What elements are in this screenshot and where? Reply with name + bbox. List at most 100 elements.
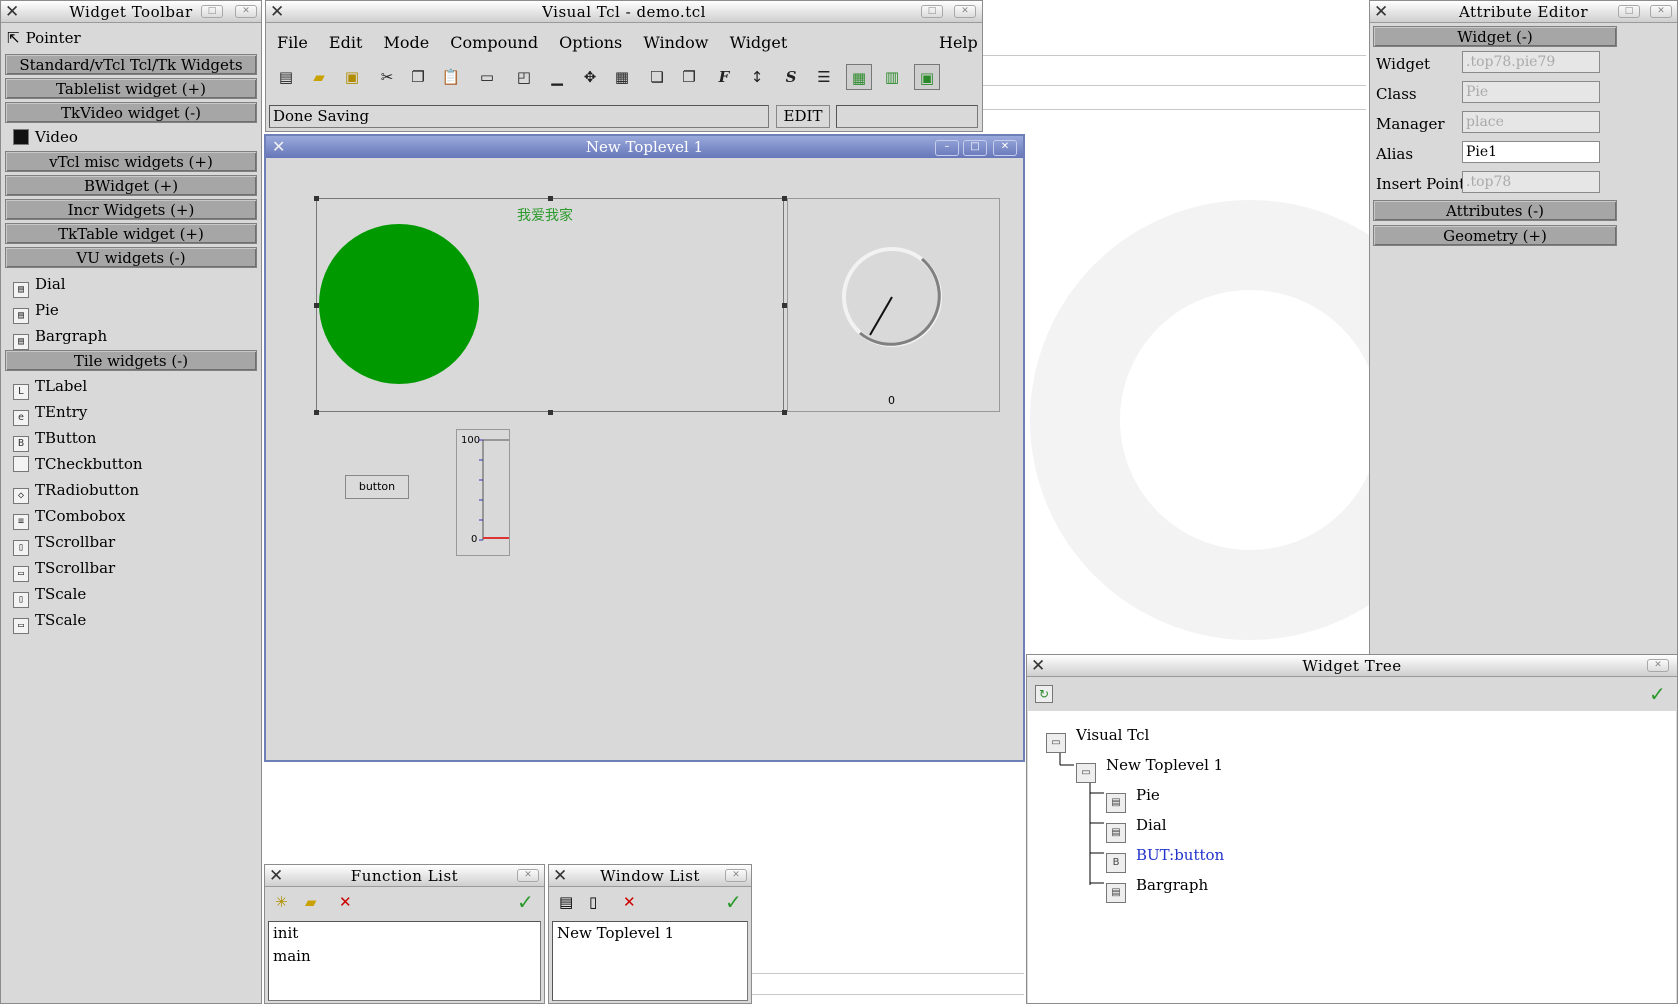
check-icon[interactable]: ✓	[725, 890, 742, 914]
align-icon[interactable]: ◰	[511, 64, 537, 90]
maximize-button[interactable]: □	[1618, 5, 1640, 18]
menu-compound[interactable]: Compound	[450, 33, 538, 52]
open-function-icon[interactable]: ▰	[305, 893, 317, 911]
tool-tbutton[interactable]: B TButton	[13, 426, 96, 452]
tree-node-button[interactable]: B BUT:button	[1106, 845, 1224, 873]
section-incr[interactable]: Incr Widgets (+)	[5, 199, 257, 220]
layout-icon[interactable]: ▥	[879, 64, 905, 90]
close-button[interactable]: ✕	[725, 869, 747, 882]
resize-handle[interactable]	[548, 196, 553, 201]
tool-tscrollbar-v[interactable]: ▯ TScrollbar	[13, 530, 115, 556]
maximize-button[interactable]: □	[921, 5, 943, 18]
cut-icon[interactable]: ✂	[374, 64, 400, 90]
geometry-section-header[interactable]: Geometry (+)	[1373, 225, 1617, 246]
delete-function-icon[interactable]: ✕	[339, 893, 352, 911]
list-item[interactable]: init	[273, 922, 540, 945]
close-button[interactable]: ✕	[1647, 659, 1669, 672]
manager-field[interactable]: place	[1462, 111, 1600, 133]
style-icon[interactable]: S	[778, 64, 804, 90]
pie-widget[interactable]: 我爱我家	[316, 198, 784, 412]
class-field[interactable]: Pie	[1462, 81, 1600, 103]
copy-icon[interactable]: ❐	[405, 64, 431, 90]
justify-icon[interactable]: ☰	[811, 64, 837, 90]
check-icon[interactable]: ✓	[1649, 682, 1666, 706]
section-tktable[interactable]: TkTable widget (+)	[5, 223, 257, 244]
close-button[interactable]: ✕	[235, 5, 257, 18]
new-icon[interactable]: ▤	[273, 64, 299, 90]
tool-tscale-h[interactable]: ▭ TScale	[13, 608, 86, 634]
window-listbox[interactable]: New Toplevel 1	[552, 921, 748, 1001]
close-button[interactable]: ✕	[1650, 5, 1672, 18]
maximize-button[interactable]: □	[963, 140, 987, 156]
tool-tlabel[interactable]: L TLabel	[13, 374, 87, 400]
alias-field[interactable]: Pie1	[1462, 141, 1600, 163]
bargraph-widget[interactable]: 100 0	[456, 429, 510, 556]
close-button[interactable]: ✕	[993, 140, 1017, 156]
list-item[interactable]: main	[273, 945, 540, 968]
tool-video[interactable]: Video	[13, 125, 78, 149]
tree-node-bargraph[interactable]: ▤ Bargraph	[1106, 875, 1208, 903]
widget-field[interactable]: .top78.pie79	[1462, 51, 1600, 73]
resize-handle[interactable]	[314, 196, 319, 201]
show-window-icon[interactable]: ▤	[559, 893, 573, 911]
menu-mode[interactable]: Mode	[383, 33, 429, 52]
section-standard[interactable]: Standard/vTcl Tcl/Tk Widgets (+)	[5, 54, 257, 94]
tool-tscale-v[interactable]: ▯ TScale	[13, 582, 86, 608]
tree-node-dial[interactable]: ▤ Dial	[1106, 815, 1167, 843]
menu-file[interactable]: File	[277, 33, 308, 52]
tool-pointer[interactable]: ⇱ Pointer	[7, 26, 81, 50]
menu-edit[interactable]: Edit	[329, 33, 362, 52]
tool-bargraph[interactable]: ▤ Bargraph	[13, 324, 107, 350]
tree-node-toplevel[interactable]: ▭ New Toplevel 1	[1076, 755, 1223, 783]
section-vu[interactable]: VU widgets (-)	[5, 247, 257, 268]
tool-dial[interactable]: ▤ Dial	[13, 272, 66, 298]
font-icon[interactable]: F	[711, 64, 737, 90]
tool-tentry[interactable]: e TEntry	[13, 400, 87, 426]
place-icon[interactable]: ▣	[914, 64, 940, 90]
menu-window[interactable]: Window	[643, 33, 708, 52]
save-icon[interactable]: ▣	[339, 64, 365, 90]
resize-icon[interactable]: ↕	[744, 64, 770, 90]
tool-tradiobutton[interactable]: ◇ TRadiobutton	[13, 478, 139, 504]
toplevel-icon[interactable]: ▭	[474, 64, 500, 90]
widget-section-header[interactable]: Widget (-)	[1373, 26, 1617, 47]
tool-tcheckbutton[interactable]: TCheckbutton	[13, 452, 143, 476]
new-function-icon[interactable]: ✳	[275, 893, 288, 911]
section-bwidget[interactable]: BWidget (+)	[5, 175, 257, 196]
resize-handle[interactable]	[548, 410, 553, 415]
menu-help[interactable]: Help	[939, 33, 978, 52]
lower-icon[interactable]: ❐	[676, 64, 702, 90]
raise-icon[interactable]: ❏	[644, 64, 670, 90]
close-button[interactable]: ✕	[954, 5, 976, 18]
tool-pie[interactable]: ▤ Pie	[13, 298, 59, 324]
button-widget[interactable]: button	[345, 475, 409, 499]
open-icon[interactable]: ▰	[306, 64, 332, 90]
resize-handle[interactable]	[314, 303, 319, 308]
section-tablelist[interactable]: Tablelist widget (+)	[5, 78, 257, 99]
close-button[interactable]: ✕	[517, 869, 539, 882]
delete-window-icon[interactable]: ✕	[623, 893, 636, 911]
table-icon[interactable]: ▦	[846, 64, 872, 90]
separator-icon[interactable]: ▁	[544, 64, 570, 90]
minimize-button[interactable]: –	[935, 140, 959, 156]
move-icon[interactable]: ✥	[577, 64, 603, 90]
mode-indicator[interactable]: EDIT	[776, 105, 830, 128]
tool-tscrollbar-h[interactable]: ▭ TScrollbar	[13, 556, 115, 582]
section-tkvideo[interactable]: TkVideo widget (-)	[5, 102, 257, 123]
function-listbox[interactable]: init main	[268, 921, 541, 1001]
refresh-icon[interactable]: ↻	[1035, 685, 1053, 703]
maximize-button[interactable]: □	[201, 5, 223, 18]
check-icon[interactable]: ✓	[517, 890, 534, 914]
tree-node-visual-tcl[interactable]: ▭ Visual Tcl	[1046, 725, 1149, 753]
menu-widget[interactable]: Widget	[730, 33, 788, 52]
list-item[interactable]: New Toplevel 1	[557, 922, 747, 945]
section-vtcl-misc[interactable]: vTcl misc widgets (+)	[5, 151, 257, 172]
section-tile[interactable]: Tile widgets (-)	[5, 350, 257, 371]
paste-icon[interactable]: 📋	[438, 64, 464, 90]
tree-node-pie[interactable]: ▤ Pie	[1106, 785, 1160, 813]
resize-handle[interactable]	[314, 410, 319, 415]
grid-icon[interactable]: ▦	[609, 64, 635, 90]
insert-point-field[interactable]: .top78	[1462, 171, 1600, 193]
hide-window-icon[interactable]: ▯	[589, 893, 597, 911]
dial-widget[interactable]: 0	[787, 198, 1000, 412]
